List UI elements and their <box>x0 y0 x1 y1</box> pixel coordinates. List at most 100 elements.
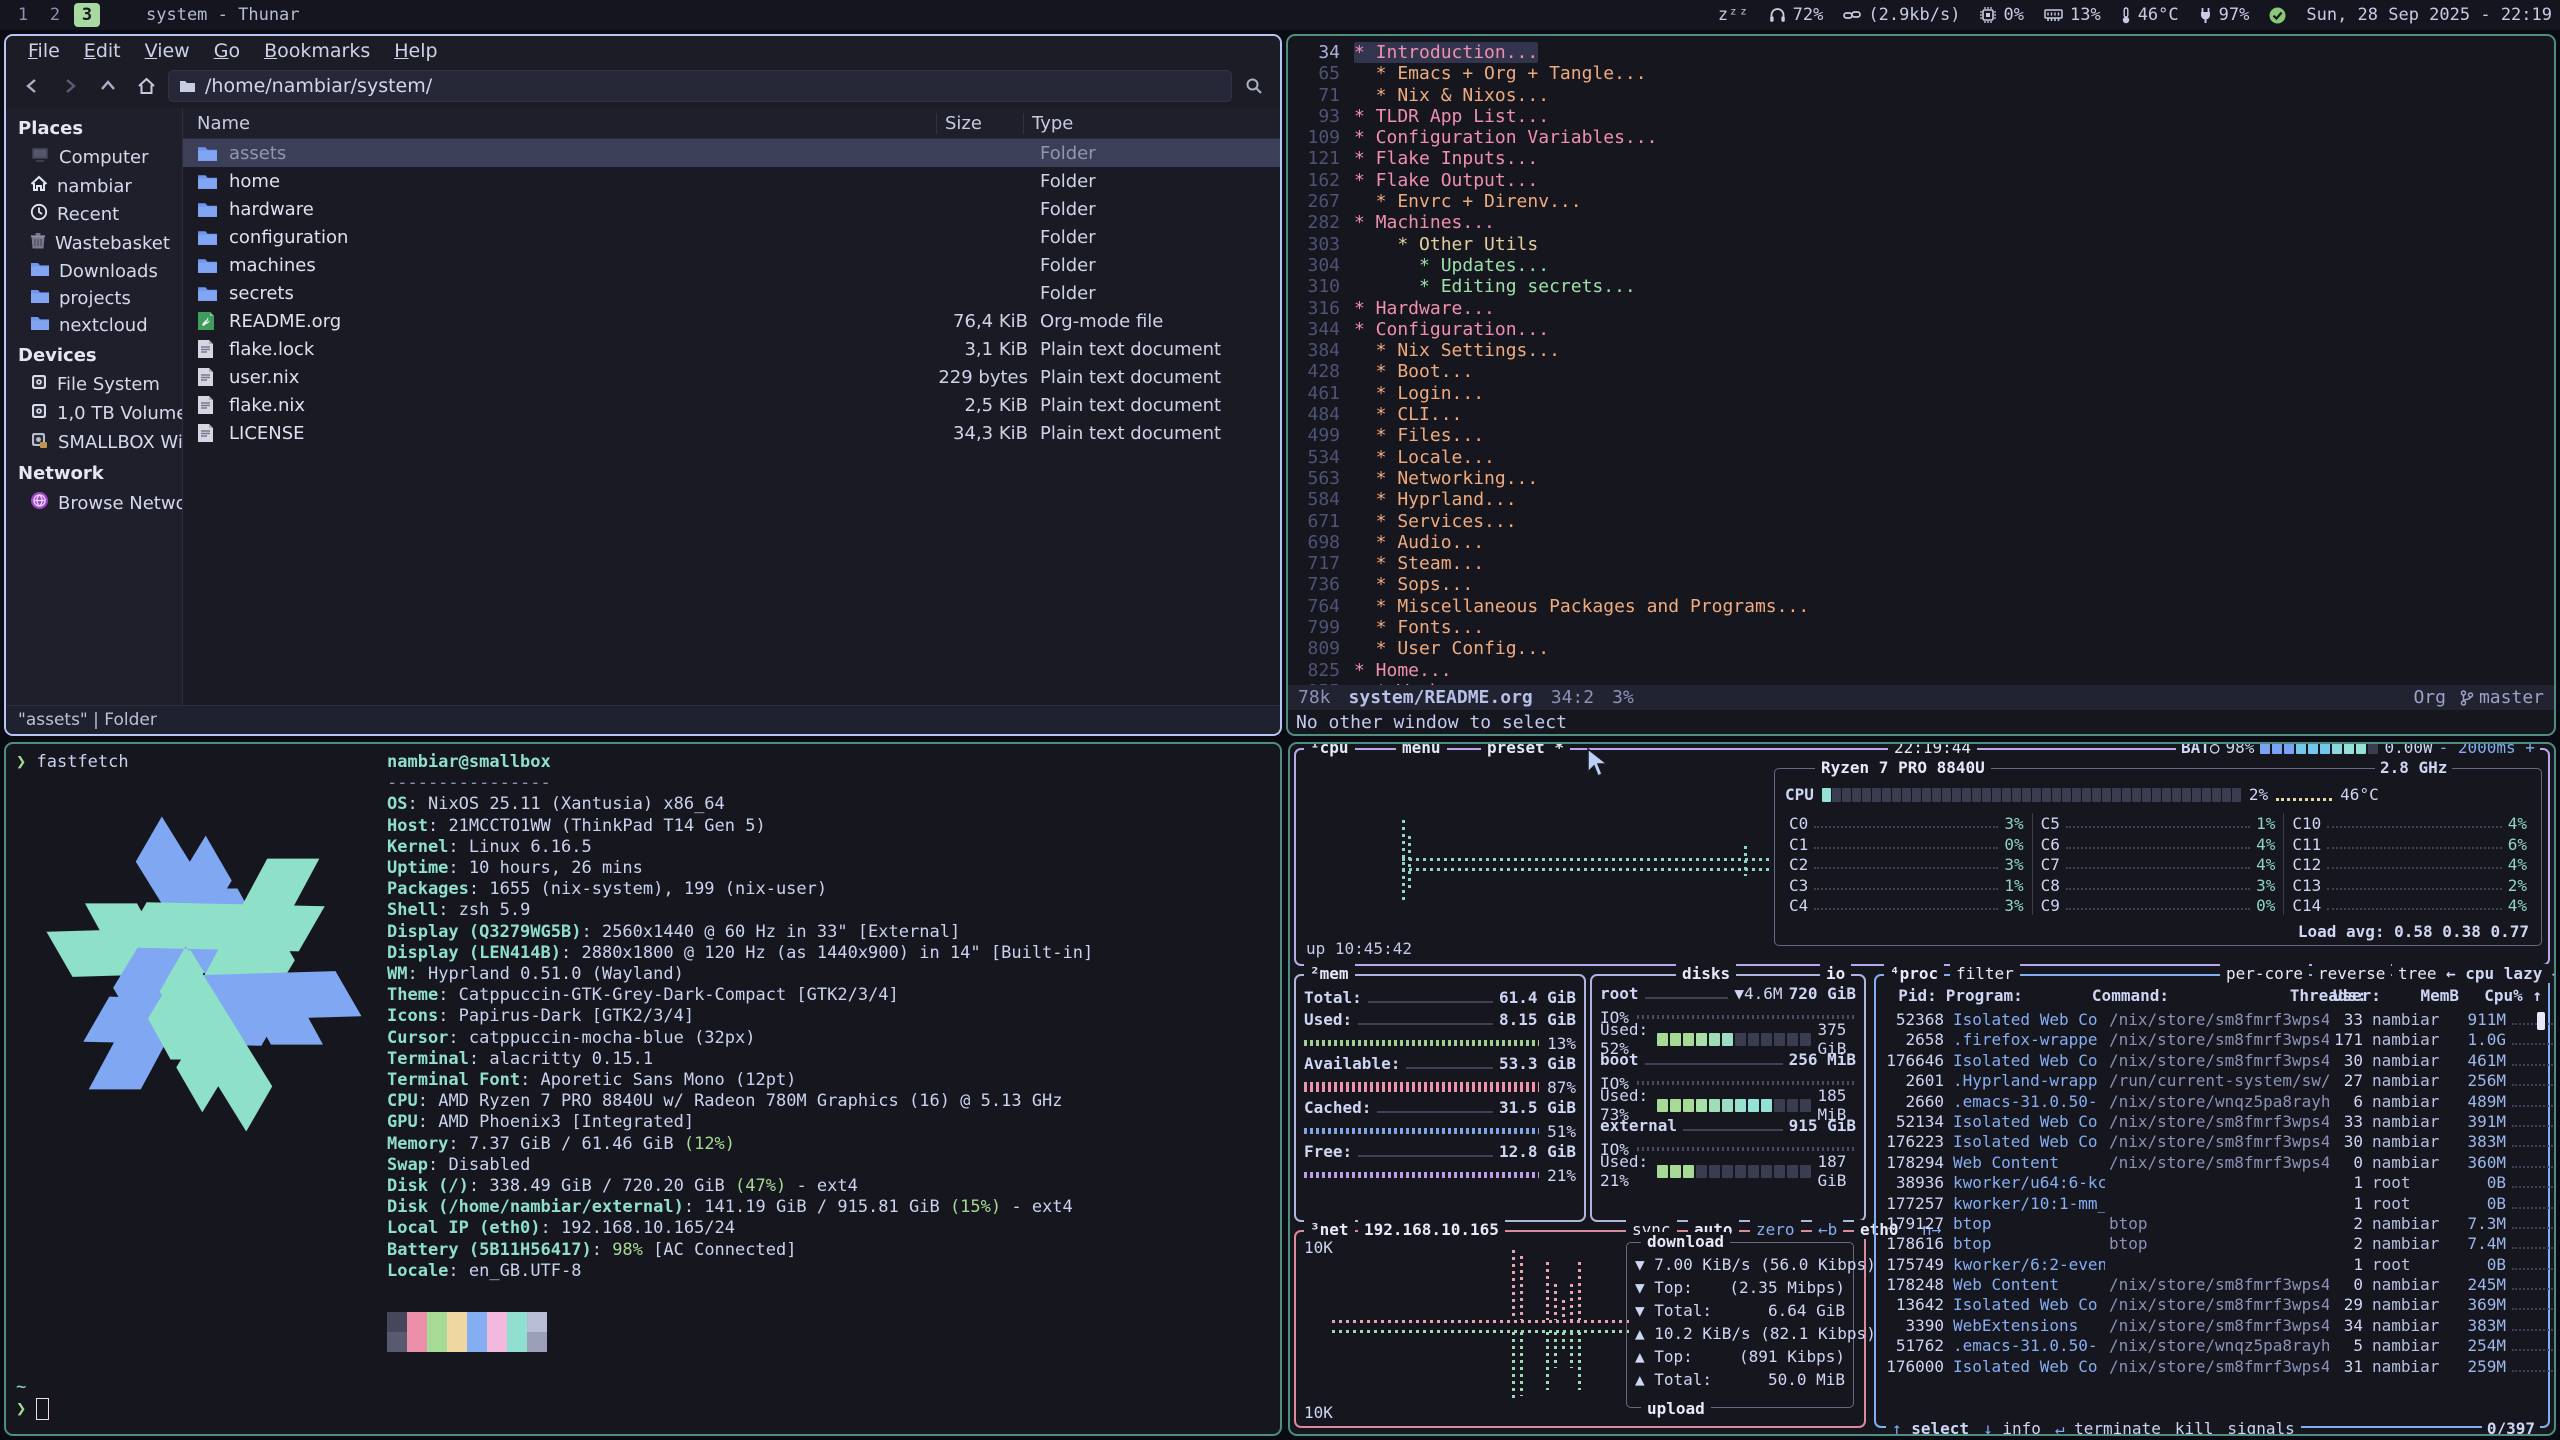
file-row-flake.nix[interactable]: flake.nix2,5 KiBPlain text document <box>183 391 1280 419</box>
text-cursor[interactable] <box>36 1398 49 1420</box>
meter-block <box>2152 788 2161 802</box>
col-pid[interactable]: Pid: <box>1882 986 1937 1005</box>
net-tab-b[interactable]: ←b <box>1812 1220 1843 1239</box>
search-icon[interactable] <box>1238 71 1270 101</box>
process-row-178294[interactable]: 178294Web Content/nix/store/sm8fmrf3wps4… <box>1882 1153 2534 1173</box>
col-program[interactable]: Program: <box>1946 986 2088 1005</box>
tab-preset[interactable]: preset * <box>1481 742 1570 757</box>
up-button[interactable] <box>92 71 124 101</box>
column-headers[interactable]: Name Size Type <box>183 108 1280 139</box>
process-row-2660[interactable]: 2660.emacs-31.0.50-/nix/store/wnqz5pa8ra… <box>1882 1092 2534 1112</box>
column-size[interactable]: Size <box>936 113 1023 134</box>
menu-file[interactable]: File <box>18 39 70 63</box>
file-row-user.nix[interactable]: user.nix229 bytesPlain text document <box>183 363 1280 391</box>
meter-block <box>1670 1099 1681 1112</box>
tab-per-core[interactable]: per-core <box>2220 964 2309 983</box>
tab-reverse[interactable]: reverse <box>2312 964 2391 983</box>
path-bar[interactable]: /home/nambiar/system/ <box>168 70 1232 102</box>
file-row-LICENSE[interactable]: LICENSE34,3 KiBPlain text document <box>183 419 1280 447</box>
net-tab-zero[interactable]: zero <box>1750 1220 1801 1239</box>
core-meter <box>2066 826 2250 828</box>
fastfetch-label: Cursor <box>387 1028 448 1048</box>
org-heading: * Fonts... <box>1354 617 1484 638</box>
sidebar-item-nambiar[interactable]: nambiar <box>6 172 182 200</box>
file-row-machines[interactable]: machinesFolder <box>183 251 1280 279</box>
file-row-configuration[interactable]: configurationFolder <box>183 223 1280 251</box>
sidebar-item-1-0-tb-volume[interactable]: 1,0 TB Volume <box>6 399 182 428</box>
sidebar-item-file-system[interactable]: File System <box>6 370 182 399</box>
process-row-179127[interactable]: 179127btopbtop2nambiar7.3M0.0 <box>1882 1214 2534 1234</box>
footer-info[interactable]: ↓ info <box>1983 1419 2041 1436</box>
file-row-flake.lock[interactable]: flake.lock3,1 KiBPlain text document <box>183 335 1280 363</box>
forward-button[interactable] <box>54 71 86 101</box>
menu-view[interactable]: View <box>135 39 200 63</box>
process-row-38936[interactable]: 38936kworker/u64:6-kc1root0B0.0 <box>1882 1173 2534 1193</box>
sidebar-item-smallbox-wi-[interactable]: SMALLBOX Wi... <box>6 428 182 457</box>
workspace-1[interactable]: 1 <box>10 3 36 27</box>
process-row-2601[interactable]: 2601.Hyprland-wrapp/run/current-system/s… <box>1882 1071 2534 1091</box>
process-row-3390[interactable]: 3390WebExtensions/nix/store/sm8fmrf3wps4… <box>1882 1316 2534 1336</box>
net-scale-bottom: 10K <box>1304 1403 1333 1422</box>
sidebar-item-browse-network[interactable]: Browse Network <box>6 488 182 518</box>
file-row-secrets[interactable]: secretsFolder <box>183 279 1280 307</box>
sidebar-item-computer[interactable]: Computer <box>6 143 182 172</box>
column-type[interactable]: Type <box>1023 113 1280 134</box>
tab-tree[interactable]: tree <box>2392 964 2443 983</box>
disk-root: root▼4.6M720 GiB <box>1600 984 1856 1006</box>
fastfetch-line: Disk (/): 338.49 GiB / 720.20 GiB (47%) … <box>387 1176 1093 1197</box>
col-memb[interactable]: MemB <box>2413 986 2459 1005</box>
tab-sort[interactable]: ← cpu lazy → <box>2440 964 2556 983</box>
tab-proc[interactable]: ⁴proc <box>1884 964 1944 983</box>
fastfetch-value: Catppuccin-GTK-Grey-Dark-Compact [GTK2/3… <box>459 985 899 1005</box>
footer-select[interactable]: ↑ select <box>1892 1419 1969 1436</box>
sidebar-item-recent[interactable]: Recent <box>6 200 182 229</box>
process-row-176646[interactable]: 176646Isolated Web Co/nix/store/sm8fmrf3… <box>1882 1051 2534 1071</box>
file-name: flake.nix <box>229 395 908 416</box>
menu-bookmarks[interactable]: Bookmarks <box>254 39 380 63</box>
file-row-README.org[interactable]: README.org76,4 KiBOrg-mode file <box>183 307 1280 335</box>
home-button[interactable] <box>130 71 162 101</box>
tab-io[interactable]: io <box>1820 964 1851 983</box>
col-user[interactable]: User: <box>2333 986 2413 1005</box>
process-row-178248[interactable]: 178248Web Content/nix/store/sm8fmrf3wps4… <box>1882 1275 2534 1295</box>
process-row-2658[interactable]: 2658.firefox-wrappe/nix/store/sm8fmrf3wp… <box>1882 1030 2534 1050</box>
menu-go[interactable]: Go <box>204 39 250 63</box>
menu-edit[interactable]: Edit <box>74 39 131 63</box>
sidebar-item-projects[interactable]: projects <box>6 285 182 312</box>
column-name[interactable]: Name <box>183 113 936 134</box>
sidebar-item-wastebasket[interactable]: Wastebasket <box>6 229 182 258</box>
workspace-3[interactable]: 3 <box>74 3 100 27</box>
footer-signals[interactable]: signals <box>2227 1419 2294 1436</box>
tab-net[interactable]: ³net <box>1304 1220 1355 1239</box>
process-row-176000[interactable]: 176000Isolated Web Co/nix/store/sm8fmrf3… <box>1882 1357 2534 1377</box>
file-row-hardware[interactable]: hardwareFolder <box>183 195 1280 223</box>
process-row-13642[interactable]: 13642Isolated Web Co/nix/store/sm8fmrf3w… <box>1882 1295 2534 1315</box>
col-cpu[interactable]: Cpu% ↑ <box>2459 986 2542 1005</box>
process-row-176223[interactable]: 176223Isolated Web Co/nix/store/sm8fmrf3… <box>1882 1132 2534 1152</box>
sidebar-item-nextcloud[interactable]: nextcloud <box>6 312 182 339</box>
process-row-51762[interactable]: 51762.emacs-31.0.50-/nix/store/wnqz5pa8r… <box>1882 1336 2534 1356</box>
process-row-177257[interactable]: 177257kworker/10:1-mm_1root0B0.0 <box>1882 1194 2534 1214</box>
menu-help[interactable]: Help <box>384 39 447 63</box>
footer-terminate[interactable]: ↵ terminate <box>2055 1419 2161 1436</box>
file-row-home[interactable]: homeFolder <box>183 167 1280 195</box>
line-number: 65 <box>1288 63 1354 84</box>
process-row-52368[interactable]: 52368Isolated Web Co/nix/store/sm8fmrf3w… <box>1882 1010 2534 1030</box>
tab-mem[interactable]: ²mem <box>1304 964 1355 983</box>
tab-menu[interactable]: menu <box>1396 742 1447 757</box>
back-button[interactable] <box>16 71 48 101</box>
workspace-2[interactable]: 2 <box>42 3 68 27</box>
footer-kill[interactable]: kill <box>2175 1419 2214 1436</box>
palette-swatch <box>527 1312 547 1332</box>
net-scale-top: 10K <box>1304 1238 1333 1257</box>
process-row-178616[interactable]: 178616btopbtop2nambiar7.4M0.0 <box>1882 1234 2534 1254</box>
proc-scrollbar[interactable] <box>2537 1012 2545 1030</box>
tab-cpu[interactable]: ¹cpu <box>1304 742 1355 757</box>
col-threads[interactable]: Threads: <box>2290 986 2324 1005</box>
tab-filter[interactable]: filter <box>1950 964 2020 983</box>
process-row-175749[interactable]: 175749kworker/6:2-even1root0B0.0 <box>1882 1255 2534 1275</box>
sidebar-item-downloads[interactable]: Downloads <box>6 258 182 285</box>
process-row-52134[interactable]: 52134Isolated Web Co/nix/store/sm8fmrf3w… <box>1882 1112 2534 1132</box>
file-row-assets[interactable]: assetsFolder <box>183 139 1280 167</box>
col-command[interactable]: Command: <box>2092 986 2290 1005</box>
